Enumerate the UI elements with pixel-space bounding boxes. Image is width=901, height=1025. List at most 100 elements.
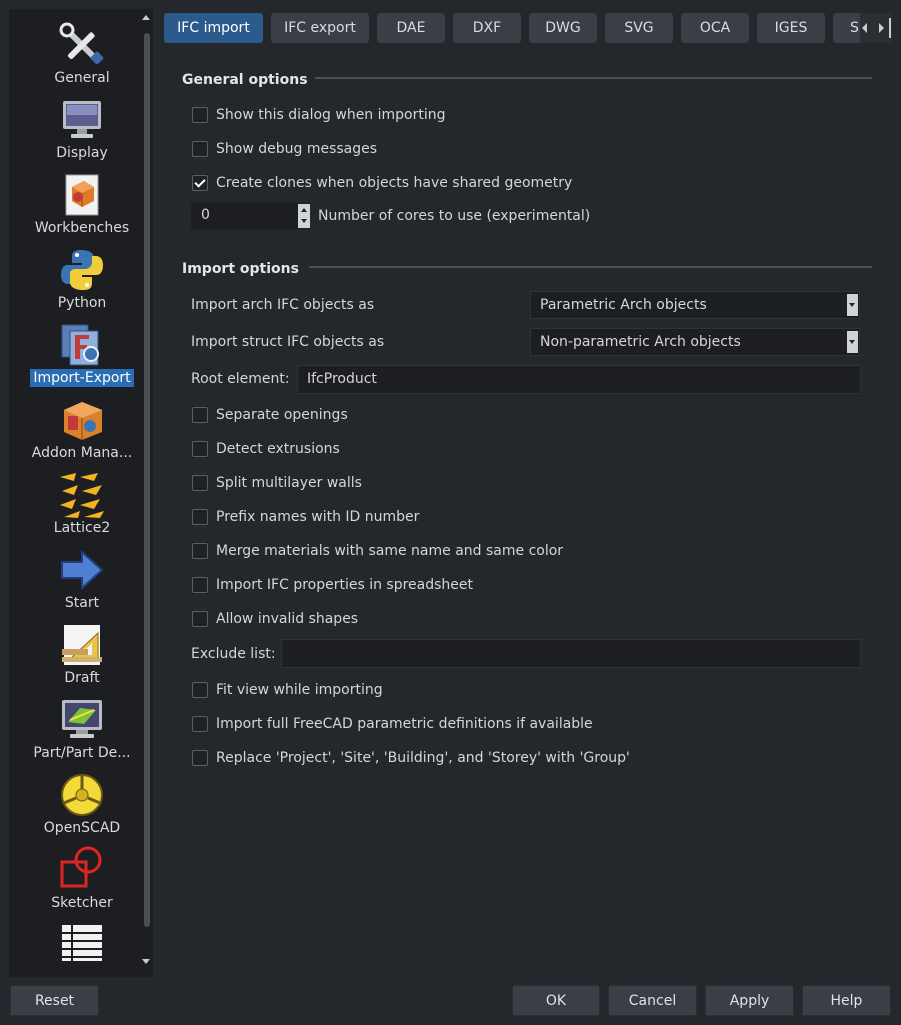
checkbox-box[interactable] — [192, 682, 208, 698]
sidebar-item-import-export[interactable]: Import-Export — [9, 321, 153, 396]
sidebar-item-lattice2[interactable]: Lattice2 — [9, 471, 153, 546]
checkbox-label: Import IFC properties in spreadsheet — [216, 577, 474, 593]
sidebar-item-label: Part/Part De... — [33, 745, 131, 761]
checkbox-box[interactable] — [192, 543, 208, 559]
tools-icon — [58, 21, 106, 69]
tab-dxf[interactable]: DXF — [453, 13, 521, 43]
sidebar-item-python[interactable]: Python — [9, 246, 153, 321]
checkbox-label: Separate openings — [216, 407, 348, 423]
general-options-divider — [315, 77, 872, 79]
sidebar-item-label: Sketcher — [51, 895, 113, 911]
cancel-button[interactable]: Cancel — [608, 985, 697, 1016]
sidebar-item-workbenches[interactable]: Workbenches — [9, 171, 153, 246]
exclude-list-field[interactable] — [281, 639, 861, 668]
scroll-up-arrow-icon[interactable] — [142, 15, 150, 20]
chevron-down-icon[interactable] — [847, 331, 858, 353]
sidebar-item-display[interactable]: Display — [9, 96, 153, 171]
tab-scroll-right-icon[interactable] — [879, 23, 884, 33]
sidebar-item-spreadsheet[interactable] — [9, 921, 153, 977]
import-options-divider — [309, 266, 872, 268]
help-button[interactable]: Help — [802, 985, 891, 1016]
tab-scroll-left-icon[interactable] — [862, 23, 867, 33]
general-options-title: General options — [182, 72, 308, 88]
scrollbar-thumb[interactable] — [144, 33, 150, 927]
spin-down-arrow-icon[interactable] — [301, 219, 307, 223]
checkbox-box[interactable] — [192, 716, 208, 732]
tab-svg[interactable]: SVG — [605, 13, 673, 43]
checkbox-label: Show debug messages — [216, 141, 378, 157]
checkbox-box[interactable] — [192, 611, 208, 627]
tab-ifc-export[interactable]: IFC export — [271, 13, 369, 43]
checkbox-label: Fit view while importing — [216, 682, 383, 698]
sidebar-item-sketcher[interactable]: Sketcher — [9, 846, 153, 921]
checkbox-label: Split multilayer walls — [216, 475, 362, 491]
sidebar-item-general[interactable]: General — [9, 21, 153, 96]
checkbox-box[interactable] — [192, 441, 208, 457]
checkbox-box[interactable] — [192, 141, 208, 157]
addon-manager-icon — [58, 396, 106, 444]
reset-button[interactable]: Reset — [10, 985, 99, 1016]
sidebar-item-label: General — [54, 70, 110, 86]
tab-ifc-import[interactable]: IFC import — [164, 13, 263, 43]
workbench-box-icon — [58, 171, 106, 219]
struct-objects-select[interactable]: Non-parametric Arch objects — [530, 328, 860, 356]
sketcher-icon — [58, 846, 106, 894]
sidebar-item-label: Start — [64, 595, 100, 611]
tab-scroll-divider — [889, 18, 891, 38]
sidebar-item-label: Import-Export — [9, 369, 153, 387]
checkbox-box[interactable] — [192, 750, 208, 766]
sidebar-item-part-design[interactable]: Part/Part De... — [9, 696, 153, 771]
arch-objects-value: Parametric Arch objects — [540, 297, 707, 313]
root-element-label: Root element: — [191, 371, 290, 387]
sidebar-item-label: Workbenches — [34, 220, 130, 236]
sidebar-item-label: Draft — [64, 670, 100, 686]
sidebar-item-start[interactable]: Start — [9, 546, 153, 621]
arch-objects-select[interactable]: Parametric Arch objects — [530, 291, 860, 319]
sidebar-item-addon-manager[interactable]: Addon Mana... — [9, 396, 153, 471]
checkbox-box[interactable] — [192, 107, 208, 123]
sidebar-item-label: OpenSCAD — [43, 820, 121, 836]
spin-up-arrow-icon[interactable] — [301, 208, 307, 212]
checkbox-label: Allow invalid shapes — [216, 611, 359, 627]
sidebar-item-openscad[interactable]: OpenSCAD — [9, 771, 153, 846]
checkbox-box[interactable] — [192, 475, 208, 491]
checkbox-label: Detect extrusions — [216, 441, 340, 457]
struct-objects-label: Import struct IFC objects as — [191, 334, 385, 350]
checkbox-label: Show this dialog when importing — [216, 107, 446, 123]
checkbox-box[interactable] — [192, 509, 208, 525]
spin-buttons[interactable] — [298, 204, 310, 228]
python-icon — [58, 246, 106, 294]
import-options-title: Import options — [182, 261, 299, 277]
checkbox-label: Merge materials with same name and same … — [216, 543, 564, 559]
arrow-right-icon — [58, 546, 106, 594]
part-design-icon — [58, 696, 106, 744]
ok-button[interactable]: OK — [512, 985, 600, 1016]
preferences-category-list[interactable]: General Display Workbenches Python Impor… — [9, 9, 153, 977]
cores-label: Number of cores to use (experimental) — [318, 208, 591, 224]
apply-button[interactable]: Apply — [705, 985, 794, 1016]
checkbox-box[interactable] — [192, 577, 208, 593]
tab-dwg[interactable]: DWG — [529, 13, 597, 43]
scroll-down-arrow-icon[interactable] — [142, 959, 150, 964]
checkbox-box-checked[interactable] — [192, 175, 208, 191]
sidebar-item-draft[interactable]: Draft — [9, 621, 153, 696]
checkbox-box[interactable] — [192, 407, 208, 423]
tab-scroll-buttons — [860, 13, 892, 43]
struct-objects-value: Non-parametric Arch objects — [540, 334, 741, 350]
sidebar-item-label: Python — [57, 295, 107, 311]
chevron-down-icon[interactable] — [847, 294, 858, 316]
exclude-list-label: Exclude list: — [191, 646, 276, 662]
tab-iges[interactable]: IGES — [757, 13, 825, 43]
sidebar-item-label: Addon Mana... — [31, 445, 133, 461]
spreadsheet-icon — [58, 921, 106, 969]
lattice-icon — [58, 471, 106, 519]
draft-icon — [58, 621, 106, 669]
tab-dae[interactable]: DAE — [377, 13, 445, 43]
monitor-icon — [58, 96, 106, 144]
checkbox-label: Prefix names with ID number — [216, 509, 420, 525]
cores-spinbox[interactable]: 0 — [191, 203, 310, 229]
sidebar-scrollbar[interactable] — [140, 9, 153, 977]
root-element-field[interactable]: IfcProduct — [297, 365, 861, 394]
sidebar-item-label: Lattice2 — [53, 520, 111, 536]
tab-oca[interactable]: OCA — [681, 13, 749, 43]
